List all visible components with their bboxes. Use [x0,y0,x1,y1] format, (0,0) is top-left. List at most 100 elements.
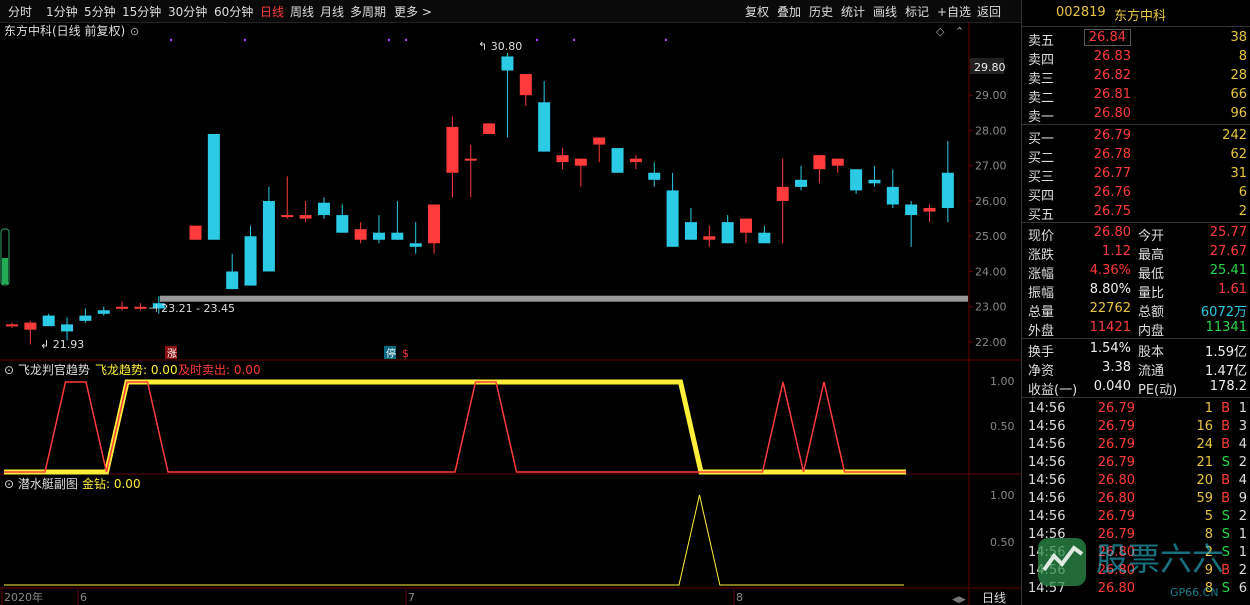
indicator1-name: ⊙ 飞龙判官趋势 [4,362,90,377]
tool-1[interactable]: 叠加 [777,3,801,20]
candle-body [61,324,74,332]
time-label-2: 7 [408,591,415,604]
tool-6[interactable]: +自选 [937,3,971,20]
ask-vol: 96 [1230,106,1247,121]
period-4[interactable]: 30分钟 [168,3,207,20]
candle-body [703,236,716,240]
candle-body [226,271,239,290]
tool-2[interactable]: 历史 [809,3,833,20]
high-annotation: ↰ 30.80 [478,40,522,53]
candle-body [519,74,532,96]
stat-row: 总量 22762 总额 6072万 [1022,300,1250,320]
ask-price: 26.82 [1093,68,1131,83]
bid-vol: 2 [1238,204,1247,219]
trade-price: 26.79 [1097,419,1135,434]
dollar-marker: $ [402,347,409,360]
bid-label: 买五 [1028,208,1055,223]
trade-time: 14:56 [1028,545,1066,560]
bid-label: 买二 [1028,151,1055,166]
stat-value-2: 25.41 [1209,263,1247,278]
period-2[interactable]: 5分钟 [84,3,116,20]
candle-body [813,155,826,170]
trade-row: 14:56 26.79 5 S 2 [1022,508,1250,527]
indicator1-yellow-line [4,379,906,475]
indicator2-line [4,494,904,586]
stat-label: 总量 [1028,305,1055,320]
candle-body [556,155,569,163]
candle-body [428,204,441,244]
candle-body [886,186,899,205]
trade-price: 26.80 [1097,563,1135,578]
indicator1-line2: 及时卖出: 0.00 [178,363,261,377]
period-8[interactable]: 月线 [320,3,344,20]
candle-body [538,102,551,152]
candle-body [574,158,587,166]
chart-area[interactable]: 东方中科(日线 前复权) ⊙ ◇ ⌃ 29.80 29.00 28.00 27.00 26.00… [0,22,1021,605]
period-1[interactable]: 1分钟 [46,3,78,20]
candle-body [666,190,679,247]
trade-count: 1 [1238,527,1247,542]
trade-side: S [1221,545,1230,560]
bid-row: 买一 26.79 242 [1022,127,1250,147]
stat-value-2: 11341 [1205,320,1247,335]
trade-time: 14:56 [1028,527,1066,542]
period-7[interactable]: 周线 [290,3,314,20]
price-tick-7: 23.00 [975,301,1007,314]
candle-body [189,225,202,240]
bid-row: 买五 26.75 2 [1022,203,1250,223]
ind1-axis-1: 0.50 [990,420,1015,433]
candle-body [244,236,257,286]
period-5[interactable]: 60分钟 [214,3,253,20]
period-0[interactable]: 分时 [8,3,32,20]
candle-body [868,179,881,184]
trade-time: 14:56 [1028,419,1066,434]
trade-vol: 21 [1196,455,1213,470]
stat2-label-2: 股本 [1138,345,1165,360]
stat-value-2: 27.67 [1209,244,1247,259]
price-tick-4: 26.00 [975,195,1007,208]
low-annotation: ↲ 21.93 [40,338,84,351]
period-9[interactable]: 多周期 [350,3,386,20]
stat2-value-2: 1.59亿 [1205,345,1247,360]
signal-dot [535,38,539,42]
tool-3[interactable]: 统计 [841,3,865,20]
bid-price: 26.76 [1093,185,1131,200]
ask-label: 卖三 [1028,72,1055,87]
tool-4[interactable]: 画线 [873,3,897,20]
signal-dot [243,38,247,42]
ask-row: 卖二 26.81 66 [1022,86,1250,106]
stat2-label-2: 流通 [1138,364,1165,379]
candle-body [483,123,496,134]
stat-row: 现价 26.80 今开 25.77 [1022,224,1250,244]
ind2-axis-0: 1.00 [990,489,1015,502]
ask-price: 26.84 [1083,29,1131,46]
ask-row: 卖三 26.82 28 [1022,67,1250,87]
bid-vol: 62 [1230,147,1247,162]
trade-count: 1 [1238,401,1247,416]
candle-body [629,158,642,163]
candle-body [831,158,844,166]
time-label-3: 8 [736,591,743,604]
trade-row: 14:56 26.80 9 B 2 [1022,562,1250,581]
period-3[interactable]: 15分钟 [122,3,161,20]
candle-body [905,204,918,216]
collapse-icon: ⌃ [955,25,964,38]
candle-body [24,322,37,330]
tool-5[interactable]: 标记 [905,3,929,20]
period-6[interactable]: 日线 [260,3,284,20]
trade-vol: 5 [1204,509,1213,524]
trade-side: B [1221,473,1230,488]
stat-value: 26.80 [1093,225,1131,240]
price-tick-0: 29.80 [974,61,1006,74]
tool-0[interactable]: 复权 [745,3,769,20]
stat-value-2: 25.77 [1209,225,1247,240]
trade-price: 26.79 [1097,455,1135,470]
trade-vol: 8 [1204,581,1213,596]
tool-7[interactable]: 返回 [977,3,1001,20]
period-10[interactable]: 更多 > [394,3,432,20]
trade-row: 14:56 26.79 16 B 3 [1022,418,1250,437]
bid-vol: 31 [1230,166,1247,181]
ask-row: 卖四 26.83 8 [1022,48,1250,68]
trade-count: 4 [1238,473,1247,488]
bid-price: 26.79 [1093,128,1131,143]
